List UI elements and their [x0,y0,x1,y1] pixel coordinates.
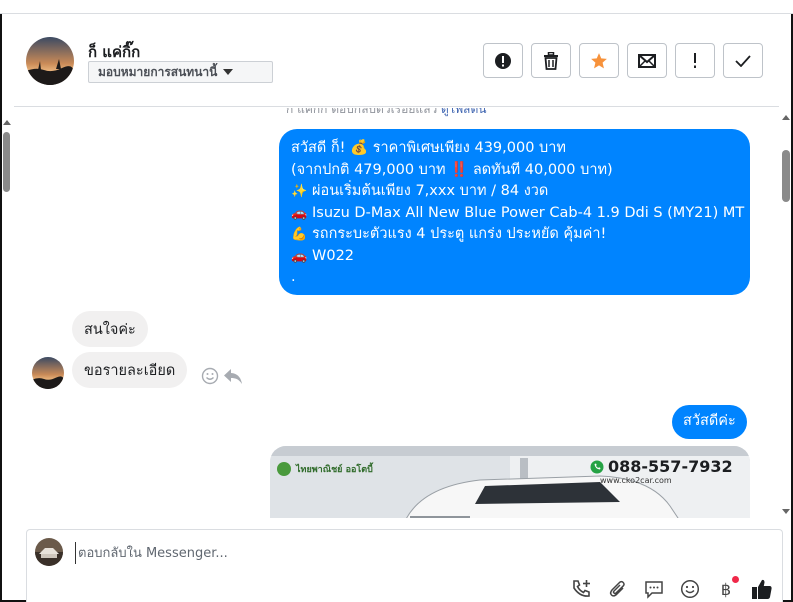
dealer-phone-row: 088-557-7932 [590,457,733,476]
attachment-icon [609,580,625,597]
message-scrollbar[interactable] [781,112,791,517]
scroll-thumb[interactable] [782,150,790,202]
scroll-up-icon[interactable] [782,115,790,120]
page-avatar [35,538,63,566]
mark-done-button[interactable] [723,43,763,78]
contact-avatar[interactable] [26,37,74,85]
sparkles-icon: ✨ [291,184,308,199]
baht-icon: ฿ [720,579,732,599]
reply-composer: ฿ [26,529,783,602]
emoji-button[interactable] [677,578,703,600]
reply-icon[interactable] [223,367,243,385]
message-line: 🚗 W022 [291,246,738,268]
thread-context-note: ก็ แค่กิ๊ก ตอบกลับตัวเรื่อยแล้ว ดูโพสต์น… [286,108,486,119]
dealer-website: www.cko2car.com [600,476,672,485]
message-line: (จากปกติ 479,000 บาท ‼️ ลดทันที 40,000 บ… [291,161,613,178]
important-icon [694,52,696,68]
payment-button[interactable]: ฿ [713,576,739,600]
scroll-up-icon[interactable] [3,120,11,125]
composer-toolbar: ฿ [569,576,775,600]
car-icon: 🚗 [291,248,308,264]
mark-spam-button[interactable] [483,43,523,78]
assign-conversation-dropdown[interactable]: มอบหมายการสนทนานี้ [88,61,273,83]
car-icon: 🚗 [291,205,308,221]
saved-replies-button[interactable] [641,578,667,600]
message-line: สวัสดี ก็! 💰 ราคาพิเศษเพียง 439,000 บาท [291,140,566,156]
emoji-icon [680,579,700,599]
context-text: ก็ แค่กิ๊ก ตอบกลับตัวเรื่อยแล้ว [286,108,438,116]
notification-dot [732,576,739,583]
call-add-icon [573,580,590,597]
star-button[interactable] [579,43,619,78]
like-button[interactable] [749,578,775,600]
trash-icon [544,51,558,70]
dealer-phone: 088-557-7932 [608,457,733,476]
mark-unread-button[interactable] [627,43,667,78]
attach-file-button[interactable] [605,578,631,600]
conversation-header: ก็ แค่กิ๊ก มอบหมายการสนทนานี้ [14,14,779,107]
message-thread: ก็ แค่กิ๊ก ตอบกลับตัวเรื่อยแล้ว ดูโพสต์น… [14,108,779,518]
outgoing-message[interactable]: สวัสดีค่ะ [672,405,747,439]
mark-important-button[interactable] [675,43,715,78]
top-divider [0,0,793,14]
message-line: 🚗 Isuzu D-Max All New Blue Power Cab-4 1.… [291,203,744,225]
saved-reply-icon [645,581,663,599]
incoming-message[interactable]: ขอรายละเอียด [72,352,188,388]
flexed-arm-icon: 💪 [291,227,308,242]
like-icon [752,579,772,599]
mail-icon [638,53,656,68]
caret-down-icon [223,69,234,75]
delete-button[interactable] [531,43,571,78]
reply-input[interactable] [75,542,675,564]
message-line: ✨ ผ่อนเริ่มต้นเพียง 7,xxx บาท / 84 งวด [291,181,738,203]
view-post-link[interactable]: ดูโพสต์นี้ [441,108,486,116]
dealer-brand: ไทยพาณิชย์ ออโตบี้ [296,465,373,475]
message-line: . [291,269,296,285]
incoming-message[interactable]: สนใจค่ะ [72,311,148,347]
call-add-button[interactable] [569,578,595,600]
spam-icon [495,52,511,69]
reaction-emoji-icon[interactable] [201,367,219,385]
sender-avatar[interactable] [32,357,64,389]
star-icon [591,52,607,68]
scroll-thumb[interactable] [3,132,10,192]
message-line: 💪 รถกระบะตัวแรง 4 ประตู แกร่ง ประหยัด คุ้… [291,224,738,246]
left-scrollbar[interactable] [2,120,12,520]
check-icon [735,54,751,67]
whatsapp-icon [590,460,604,473]
assign-label: มอบหมายการสนทนานี้ [98,64,218,79]
outgoing-promo-message[interactable]: สวัสดี ก็! 💰 ราคาพิเศษเพียง 439,000 บาท … [279,129,750,295]
scroll-down-icon[interactable] [782,509,790,514]
image-attachment[interactable]: ไทยพาณิชย์ ออโตบี้ 088-557-7932 www.cko2… [270,446,750,518]
message-actions [201,367,243,385]
